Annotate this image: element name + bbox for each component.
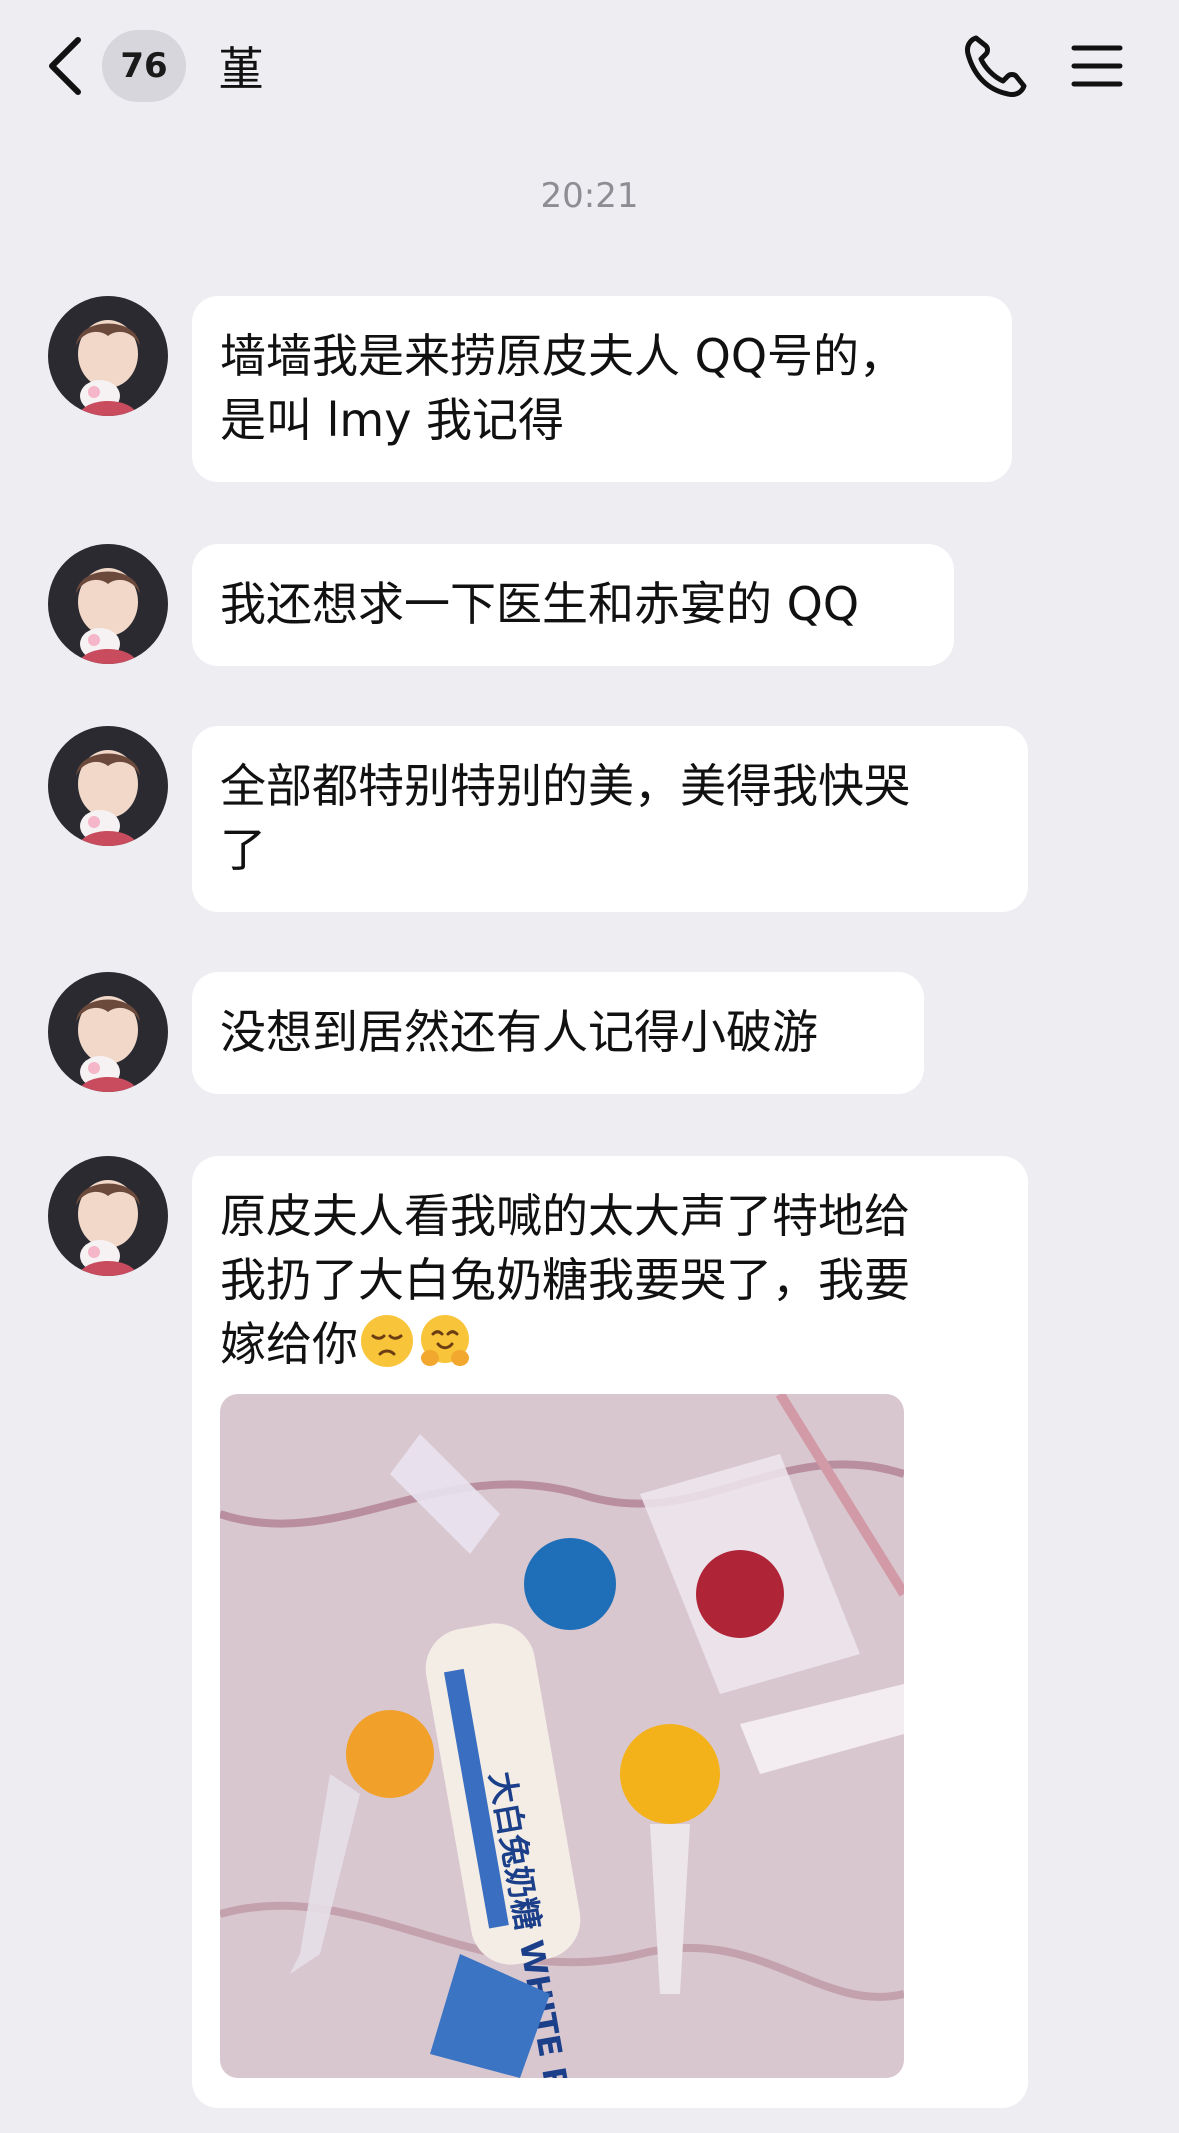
message-text: 我还想求一下医生和赤宴的 QQ bbox=[220, 577, 860, 631]
candy-photo[interactable]: 大白兔奶糖 WHITE RABBIT bbox=[220, 1394, 904, 2078]
message-text: 原皮夫人看我喊的太大声了特地给 我扔了大白兔奶糖我要哭了，我要 嫁给你 bbox=[220, 1189, 910, 1371]
candy-photo-image: 大白兔奶糖 WHITE RABBIT bbox=[220, 1394, 904, 2078]
hamburger-menu-icon bbox=[1071, 45, 1123, 87]
message-bubble[interactable]: 全部都特别特别的美，美得我快哭 了 bbox=[192, 726, 1028, 912]
menu-button[interactable] bbox=[1070, 36, 1124, 96]
contact-avatar[interactable] bbox=[48, 726, 168, 846]
phone-icon bbox=[965, 35, 1027, 97]
message-text: 墙墙我是来捞原皮夫人 QQ号的， 是叫 lmy 我记得 bbox=[220, 329, 906, 447]
contact-avatar[interactable] bbox=[48, 544, 168, 664]
avatar-image bbox=[48, 726, 168, 846]
message-bubble[interactable]: 墙墙我是来捞原皮夫人 QQ号的， 是叫 lmy 我记得 bbox=[192, 296, 1012, 482]
message-text-with-emoji: 原皮夫人看我喊的太大声了特地给 我扔了大白兔奶糖我要哭了，我要 嫁给你 bbox=[220, 1184, 1000, 1386]
contact-avatar[interactable] bbox=[48, 972, 168, 1092]
avatar-image bbox=[48, 972, 168, 1092]
back-button[interactable] bbox=[40, 34, 90, 98]
contact-avatar[interactable] bbox=[48, 296, 168, 416]
contact-avatar[interactable] bbox=[48, 1156, 168, 1276]
avatar-image bbox=[48, 296, 168, 416]
chat-header: 76 堇 bbox=[0, 0, 1179, 140]
message-text: 没想到居然还有人记得小破游 bbox=[220, 1005, 818, 1059]
message-text: 全部都特别特别的美，美得我快哭 了 bbox=[220, 759, 910, 877]
avatar-image bbox=[48, 1156, 168, 1276]
call-button[interactable] bbox=[962, 32, 1030, 100]
chevron-left-icon bbox=[49, 37, 81, 95]
pensive-face-icon bbox=[358, 1312, 416, 1386]
contact-name: 堇 bbox=[218, 42, 264, 96]
avatar-image bbox=[48, 544, 168, 664]
unread-count-badge[interactable]: 76 bbox=[102, 30, 186, 102]
message-bubble[interactable]: 原皮夫人看我喊的太大声了特地给 我扔了大白兔奶糖我要哭了，我要 嫁给你 大白兔奶… bbox=[192, 1156, 1028, 2108]
message-timestamp: 20:21 bbox=[540, 176, 639, 216]
message-bubble[interactable]: 我还想求一下医生和赤宴的 QQ bbox=[192, 544, 954, 666]
hugging-face-icon bbox=[416, 1312, 474, 1386]
message-bubble[interactable]: 没想到居然还有人记得小破游 bbox=[192, 972, 924, 1094]
